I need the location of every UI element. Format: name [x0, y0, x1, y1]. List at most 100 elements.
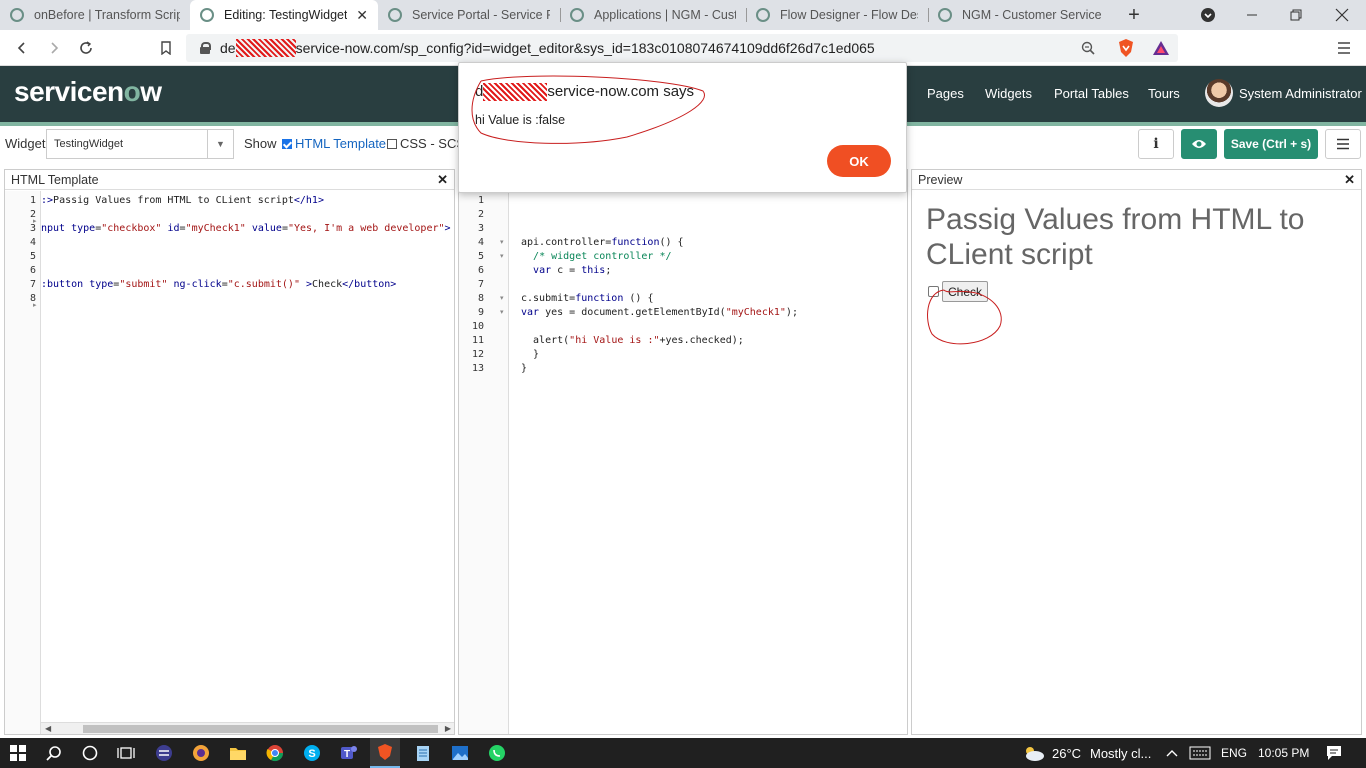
- servicenow-favicon-icon: [388, 8, 402, 22]
- save-button[interactable]: Save (Ctrl + s): [1224, 129, 1318, 159]
- line-number: 2: [477, 209, 484, 220]
- widget-select[interactable]: TestingWidget ▼: [46, 129, 234, 159]
- weather-temperature[interactable]: 26°C: [1052, 746, 1081, 761]
- notepad-icon[interactable]: [413, 743, 433, 763]
- eye-icon: [1192, 140, 1206, 148]
- clock-time[interactable]: 10:05 PM: [1258, 746, 1309, 760]
- address-bar-row: de service-now.com/sp_config?id=widget_e…: [0, 30, 1366, 66]
- weather-description[interactable]: Mostly cl...: [1090, 746, 1151, 761]
- fold-arrow-icon[interactable]: ▸: [33, 299, 37, 313]
- close-pane-icon[interactable]: ✕: [1344, 172, 1355, 188]
- close-window-icon[interactable]: [1320, 0, 1364, 30]
- code-line-3[interactable]: nput type="checkbox" id="myCheck1" value…: [41, 222, 451, 236]
- user-menu[interactable]: System Administrator: [1239, 86, 1362, 101]
- brave-rewards-icon[interactable]: [1149, 36, 1173, 60]
- task-view-icon[interactable]: [116, 743, 136, 763]
- html-template-toggle[interactable]: HTML Template: [282, 136, 386, 151]
- code-line-7[interactable]: :button type="submit" ng-click="c.submit…: [41, 278, 396, 292]
- user-avatar[interactable]: [1205, 79, 1233, 107]
- app-icon[interactable]: [154, 743, 174, 763]
- servicenow-favicon-icon: [938, 8, 952, 22]
- nav-portal-tables[interactable]: Portal Tables: [1054, 86, 1129, 101]
- info-button[interactable]: i: [1138, 129, 1174, 159]
- fold-arrow-icon[interactable]: ▾: [500, 236, 504, 250]
- new-tab-button[interactable]: +: [1112, 0, 1156, 30]
- keyboard-icon[interactable]: [1188, 743, 1212, 763]
- line-number-gutter: 1 2 3 4 5 6 7 8 9 10 11 12 13 ▾ ▾ ▾ ▾: [459, 191, 509, 734]
- show-hidden-icons-icon[interactable]: [1162, 743, 1182, 763]
- tab-search-icon[interactable]: [1186, 0, 1230, 30]
- code-line-5[interactable]: /* widget controller */: [521, 250, 671, 264]
- browser-tab-service-portal[interactable]: Service Portal - Service Portal: [378, 0, 560, 30]
- back-arrow-icon[interactable]: [10, 36, 34, 60]
- code-line-8[interactable]: c.submit=function () {: [521, 292, 653, 306]
- browser-tab-editing-widget[interactable]: Editing: TestingWidget ✕: [190, 0, 378, 30]
- weather-cloud-icon[interactable]: [1020, 743, 1046, 763]
- alert-dialog: d service-now.com says hi Value is :false…: [458, 62, 907, 193]
- notifications-icon[interactable]: [1324, 743, 1344, 763]
- file-explorer-icon[interactable]: [228, 743, 248, 763]
- zoom-icon[interactable]: [1076, 36, 1100, 60]
- forward-arrow-icon[interactable]: [42, 36, 66, 60]
- code-line-11[interactable]: alert("hi Value is :"+yes.checked);: [521, 334, 744, 348]
- browser-menu-icon[interactable]: [1332, 36, 1356, 60]
- html-template-checkbox[interactable]: [282, 139, 292, 149]
- browser-tab-flow-designer[interactable]: Flow Designer - Flow Designer: [746, 0, 928, 30]
- fold-arrow-icon[interactable]: ▾: [500, 292, 504, 306]
- browser-tab-transform-script[interactable]: onBefore | Transform Script: [0, 0, 190, 30]
- redaction-scribble: [235, 39, 296, 57]
- browser-tab-applications[interactable]: Applications | NGM - Customer: [560, 0, 746, 30]
- line-number: 4: [29, 237, 36, 248]
- close-pane-icon[interactable]: ✕: [437, 172, 448, 188]
- photos-icon[interactable]: [450, 743, 470, 763]
- brave-taskbar-active-icon[interactable]: [370, 738, 400, 768]
- language-indicator[interactable]: ENG: [1221, 746, 1247, 760]
- line-number: 1: [477, 195, 484, 206]
- hamburger-icon: [1337, 138, 1349, 150]
- skype-icon[interactable]: S: [302, 743, 322, 763]
- bookmark-icon[interactable]: [154, 36, 178, 60]
- minimize-icon[interactable]: [1230, 0, 1274, 30]
- code-line-4[interactable]: api.controller=function() {: [521, 236, 684, 250]
- nav-widgets[interactable]: Widgets: [985, 86, 1032, 101]
- pane-header: HTML Template ✕: [5, 170, 454, 190]
- windows-taskbar: S T 26°C Mostly cl... ENG 10:05 PM: [0, 738, 1366, 768]
- code-line-13[interactable]: }: [521, 362, 527, 376]
- fold-arrow-icon[interactable]: ▾: [500, 306, 504, 320]
- browser-tab-ngm-customer-service[interactable]: NGM - Customer Service and: [928, 0, 1112, 30]
- ok-button[interactable]: OK: [827, 145, 891, 177]
- scrollbar-thumb[interactable]: [83, 725, 438, 733]
- search-icon[interactable]: [44, 743, 64, 763]
- whatsapp-icon[interactable]: [487, 743, 507, 763]
- fold-arrow-icon[interactable]: ▾: [500, 250, 504, 264]
- brave-browser-icon[interactable]: [191, 743, 211, 763]
- editor-menu-button[interactable]: [1325, 129, 1361, 159]
- scroll-right-icon[interactable]: ▶: [445, 724, 451, 733]
- nav-pages[interactable]: Pages: [927, 86, 964, 101]
- chrome-icon[interactable]: [265, 743, 285, 763]
- close-tab-icon[interactable]: ✕: [350, 7, 368, 24]
- teams-icon[interactable]: T: [339, 743, 359, 763]
- code-line-6[interactable]: var c = this;: [521, 264, 611, 278]
- scroll-left-icon[interactable]: ◀: [45, 724, 51, 733]
- servicenow-logo[interactable]: servicenow: [14, 76, 162, 108]
- windows-start-icon[interactable]: [8, 743, 28, 763]
- url-input[interactable]: de service-now.com/sp_config?id=widget_e…: [186, 34, 1178, 62]
- fold-arrow-icon[interactable]: ▸: [33, 215, 37, 229]
- code-line-9[interactable]: var yes = document.getElementById("myChe…: [521, 306, 798, 320]
- brave-shield-icon[interactable]: [1114, 36, 1138, 60]
- cortana-icon[interactable]: [80, 743, 100, 763]
- line-number: 8: [477, 293, 484, 304]
- code-line-1[interactable]: :>Passig Values from HTML to CLient scri…: [41, 194, 324, 208]
- line-number: 11: [471, 335, 484, 346]
- horizontal-scrollbar[interactable]: ◀ ▶: [41, 722, 454, 734]
- nav-tours[interactable]: Tours: [1148, 86, 1180, 101]
- css-scss-checkbox[interactable]: [387, 139, 397, 149]
- line-number: 13: [471, 363, 484, 374]
- widget-label: Widget: [5, 136, 46, 151]
- code-line-12[interactable]: }: [521, 348, 539, 362]
- restore-icon[interactable]: [1274, 0, 1318, 30]
- url-prefix: de: [220, 40, 236, 56]
- reload-icon[interactable]: [74, 36, 98, 60]
- preview-toggle-button[interactable]: [1181, 129, 1217, 159]
